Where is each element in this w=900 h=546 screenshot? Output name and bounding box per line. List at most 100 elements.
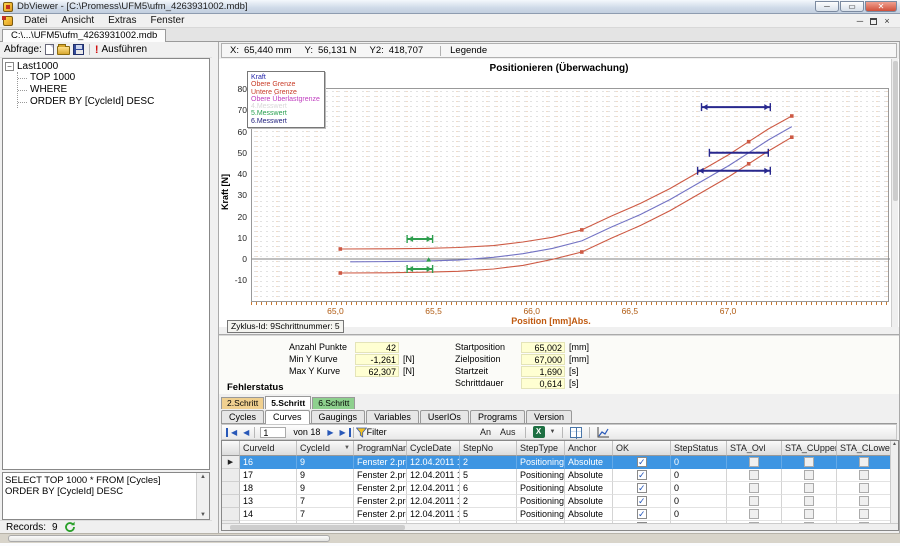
maximize-button[interactable]: ▭ [840,1,864,12]
sql-editor[interactable]: SELECT TOP 1000 * FROM [Cycles] ORDER BY… [2,472,210,520]
tree-node[interactable]: TOP 1000 [18,72,207,84]
tab-programs[interactable]: Programs [470,410,525,423]
grid-cell-sta[interactable] [837,495,892,508]
ok-checkbox[interactable] [637,470,647,480]
grid-cell[interactable]: Fenster 2.prg [354,495,407,508]
table-row[interactable]: ▶169Fenster 2.prg12.04.2011 11:2...2Posi… [222,456,892,469]
filter-button-label[interactable]: Filter [367,427,387,437]
table-view-icon[interactable] [570,427,582,438]
step-tab-6.schritt[interactable]: 6.Schritt [312,397,355,409]
grid-cell[interactable]: 7 [297,508,354,521]
legend-toggle-button[interactable]: Legende [450,45,487,56]
grid-cell-stepstatus[interactable]: 0 [671,456,727,469]
grid-cell[interactable]: 12.04.2011 11:1... [407,508,460,521]
tab-userios[interactable]: UserIOs [420,410,469,423]
execute-icon[interactable]: ! [95,44,99,56]
grid-cell[interactable]: 2 [460,495,517,508]
column-header-ok[interactable]: OK [613,441,671,456]
grid-cell[interactable]: Positioning [517,495,565,508]
sta-checkbox[interactable] [749,457,759,467]
refresh-icon[interactable] [64,521,76,533]
scroll-down-icon[interactable]: ▼ [197,512,209,518]
sta-checkbox[interactable] [804,509,814,519]
step-tab-5.schritt[interactable]: 5.Schritt [265,396,311,409]
grid-cell-ok[interactable] [613,508,671,521]
excel-export-icon[interactable]: X [533,426,545,438]
column-header-cycledate[interactable]: CycleDate [407,441,460,456]
grid-on-button[interactable]: An [478,427,493,437]
column-header-stepstatus[interactable]: StepStatus [671,441,727,456]
grid-cell[interactable]: Absolute [565,495,613,508]
grid-cell[interactable]: 16 [240,456,297,469]
sta-checkbox[interactable] [804,470,814,480]
ok-checkbox[interactable] [637,457,647,467]
table-row[interactable]: 147Fenster 2.prg12.04.2011 11:1...5Posit… [222,508,892,521]
grid-cell-sta[interactable] [727,495,782,508]
mdi-close-icon[interactable]: × [881,15,893,27]
sta-checkbox[interactable] [749,470,759,480]
app-horizontal-scrollbar[interactable] [0,533,900,543]
grid-cell[interactable]: Fenster 2.prg [354,508,407,521]
scroll-up-icon[interactable]: ▲ [197,474,209,480]
column-header-sta_clower[interactable]: STA_CLower [837,441,892,456]
grid-cell[interactable]: 2 [460,456,517,469]
row-selector-cell[interactable] [222,508,240,521]
grid-cell[interactable]: Fenster 2.prg [354,456,407,469]
grid-cell[interactable]: 17 [240,469,297,482]
grid-cell[interactable]: 5 [460,508,517,521]
new-query-icon[interactable] [45,44,54,55]
sta-checkbox[interactable] [804,483,814,493]
step-tab-2.schritt[interactable]: 2.Schritt [221,397,264,409]
mdi-minimize-icon[interactable]: ─ [854,15,866,27]
grid-cell-stepstatus[interactable]: 0 [671,469,727,482]
grid-cell[interactable]: Absolute [565,482,613,495]
grid-cell[interactable]: Positioning [517,469,565,482]
row-selector-cell[interactable] [222,482,240,495]
sta-checkbox[interactable] [749,496,759,506]
record-number-input[interactable]: 1 [260,427,286,438]
grid-cell[interactable]: Positioning [517,482,565,495]
tree-node[interactable]: ORDER BY [CycleId] DESC [18,96,207,108]
curves-data-grid[interactable]: CurveIdCycleId▼ProgramNameCycleDateStepN… [221,440,899,531]
column-header-sta_ovl[interactable]: STA_Ovl [727,441,782,456]
sta-checkbox[interactable] [859,483,869,493]
tab-cycles[interactable]: Cycles [221,410,264,423]
grid-cell[interactable]: Fenster 2.prg [354,482,407,495]
column-header-stepno[interactable]: StepNo [460,441,517,456]
menu-ansicht[interactable]: Ansicht [54,15,101,26]
sta-checkbox[interactable] [749,509,759,519]
grid-cell-ok[interactable] [613,456,671,469]
grid-cell[interactable]: 9 [297,456,354,469]
grid-cell[interactable]: 6 [460,482,517,495]
row-selector-cell[interactable]: ▶ [222,456,240,469]
sta-checkbox[interactable] [859,470,869,480]
grid-cell[interactable]: 14 [240,508,297,521]
ok-checkbox[interactable] [637,483,647,493]
grid-cell[interactable]: Absolute [565,508,613,521]
minimize-button[interactable]: ─ [815,1,839,12]
save-query-icon[interactable] [73,44,84,55]
grid-cell[interactable]: 13 [240,495,297,508]
column-header-programname[interactable]: ProgramName [354,441,407,456]
previous-record-button[interactable]: ◀ [240,428,252,437]
column-header-curveid[interactable]: CurveId [240,441,297,456]
grid-cell[interactable]: Positioning [517,456,565,469]
grid-cell-sta[interactable] [727,482,782,495]
filter-icon[interactable] [356,427,367,438]
grid-cell[interactable]: 7 [297,495,354,508]
grid-cell-sta[interactable] [782,469,837,482]
grid-off-button[interactable]: Aus [498,427,518,437]
table-row[interactable]: 137Fenster 2.prg12.04.2011 11:1...2Posit… [222,495,892,508]
ok-checkbox[interactable] [637,496,647,506]
column-header-steptype[interactable]: StepType [517,441,565,456]
tab-variables[interactable]: Variables [366,410,419,423]
grid-cell[interactable]: Absolute [565,469,613,482]
grid-cell[interactable]: 12.04.2011 11:2... [407,456,460,469]
sql-text[interactable]: SELECT TOP 1000 * FROM [Cycles] ORDER BY… [5,475,193,497]
grid-cell-ok[interactable] [613,495,671,508]
grid-cell-sta[interactable] [782,508,837,521]
close-button[interactable]: ✕ [865,1,897,12]
tab-gaugings[interactable]: Gaugings [311,410,366,423]
grid-cell[interactable]: 12.04.2011 11:2... [407,482,460,495]
next-record-button[interactable]: ▶ [324,428,336,437]
